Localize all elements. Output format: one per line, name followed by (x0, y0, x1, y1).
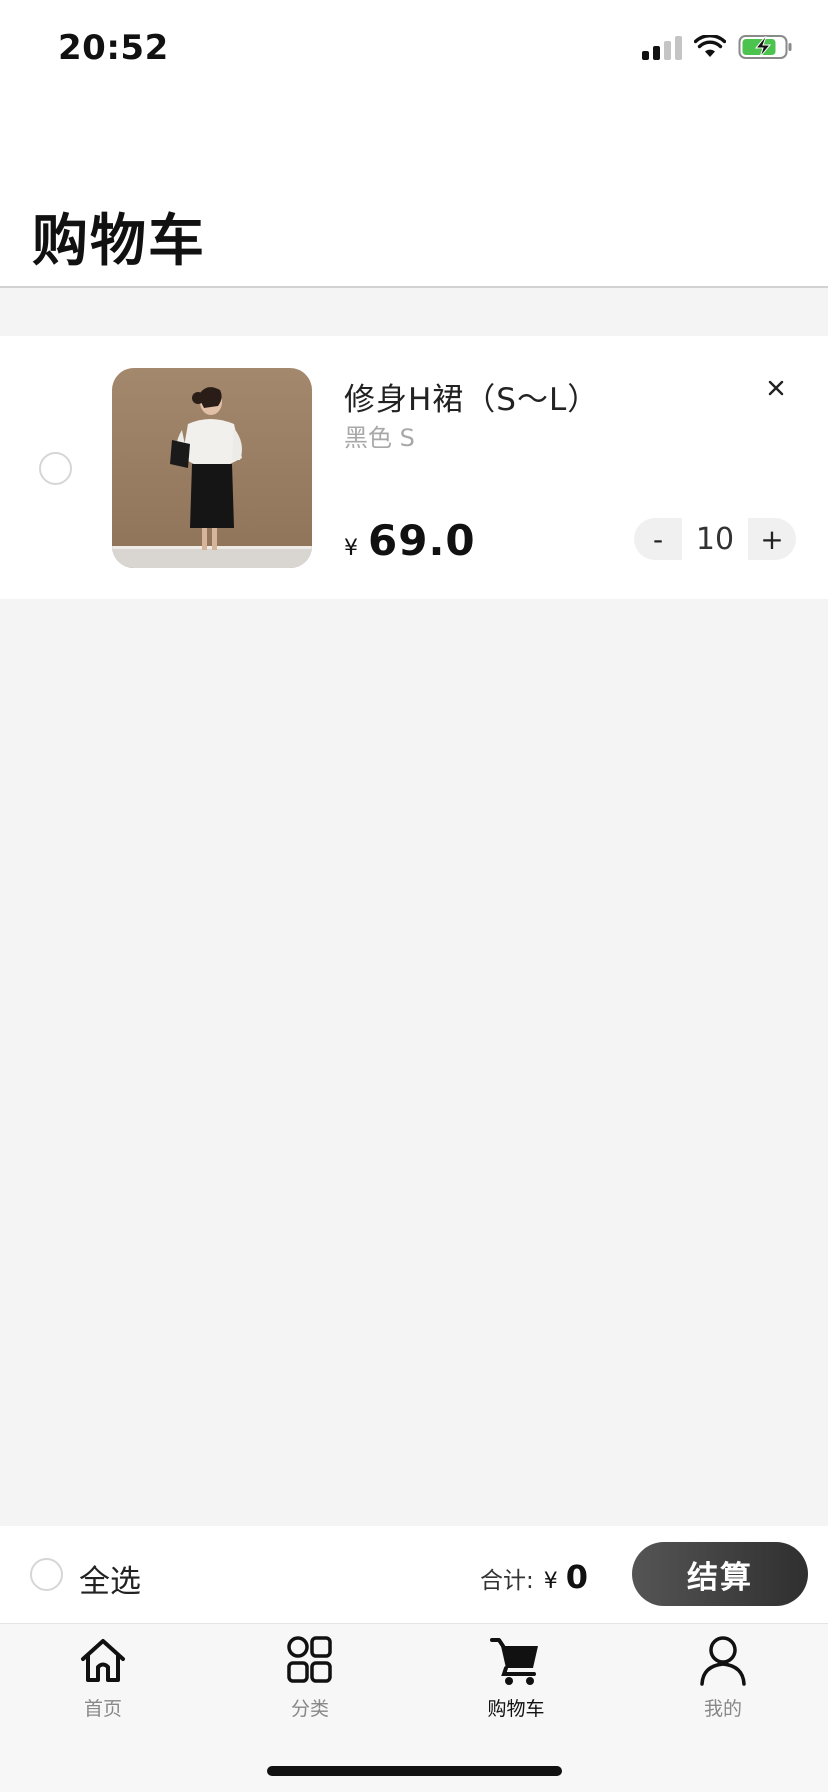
home-indicator[interactable] (267, 1766, 562, 1776)
checkout-button[interactable]: 结算 (632, 1542, 808, 1606)
quantity-stepper: - 10 + (634, 518, 796, 560)
select-all-checkbox[interactable] (30, 1558, 63, 1591)
tab-home-label: 首页 (83, 1698, 122, 1720)
total-label: 合计: (480, 1568, 534, 1594)
user-icon (700, 1636, 746, 1686)
total-value: 0 (565, 1558, 589, 1596)
item-checkbox[interactable] (39, 452, 72, 485)
header: 购物车 (0, 100, 828, 288)
product-price: ¥ 69.0 (344, 516, 476, 565)
increase-quantity-button[interactable]: + (748, 518, 796, 560)
price-value: 69.0 (368, 516, 476, 565)
tab-category-label: 分类 (290, 1698, 329, 1720)
cart-item[interactable]: 修身H裙（S～L） 黑色 S ¥ 69.0 - 10 + (0, 336, 828, 599)
quantity-value[interactable]: 10 (682, 522, 748, 557)
product-name[interactable]: 修身H裙（S～L） (344, 374, 599, 419)
tab-category[interactable]: 分类 (250, 1632, 370, 1732)
status-time: 20:52 (58, 28, 169, 68)
tab-profile[interactable]: 我的 (663, 1632, 783, 1732)
product-photo (112, 368, 312, 568)
tab-profile-label: 我的 (703, 1698, 742, 1720)
cart-icon (490, 1638, 538, 1685)
close-icon (768, 380, 784, 396)
product-spec: 黑色 S (344, 424, 415, 452)
status-bar: 20:52 (0, 0, 828, 100)
checkout-bar: 全选 合计: ¥ 0 结算 (0, 1526, 828, 1624)
total-amount: 合计: ¥ 0 (480, 1558, 588, 1596)
remove-item-button[interactable] (762, 374, 790, 402)
select-all-label[interactable]: 全选 (79, 1556, 141, 1601)
wifi-icon (694, 35, 726, 57)
tab-cart[interactable]: 购物车 (456, 1632, 576, 1732)
battery-charging-icon (738, 35, 792, 59)
price-currency: ¥ (344, 536, 358, 561)
tab-home[interactable]: 首页 (43, 1632, 163, 1732)
cart-page: 20:52 购物车 修身H裙（S～L） 黑色 S ¥ 69.0 - 10 + 全… (0, 0, 828, 1792)
product-image[interactable] (112, 368, 312, 568)
home-icon (81, 1639, 125, 1682)
total-currency: ¥ (543, 1569, 558, 1594)
decrease-quantity-button[interactable]: - (634, 518, 682, 560)
page-title: 购物车 (32, 209, 206, 274)
signal-icon (642, 34, 682, 60)
status-icons (642, 34, 794, 60)
tab-cart-label: 购物车 (487, 1698, 545, 1720)
grid-icon (287, 1636, 332, 1683)
